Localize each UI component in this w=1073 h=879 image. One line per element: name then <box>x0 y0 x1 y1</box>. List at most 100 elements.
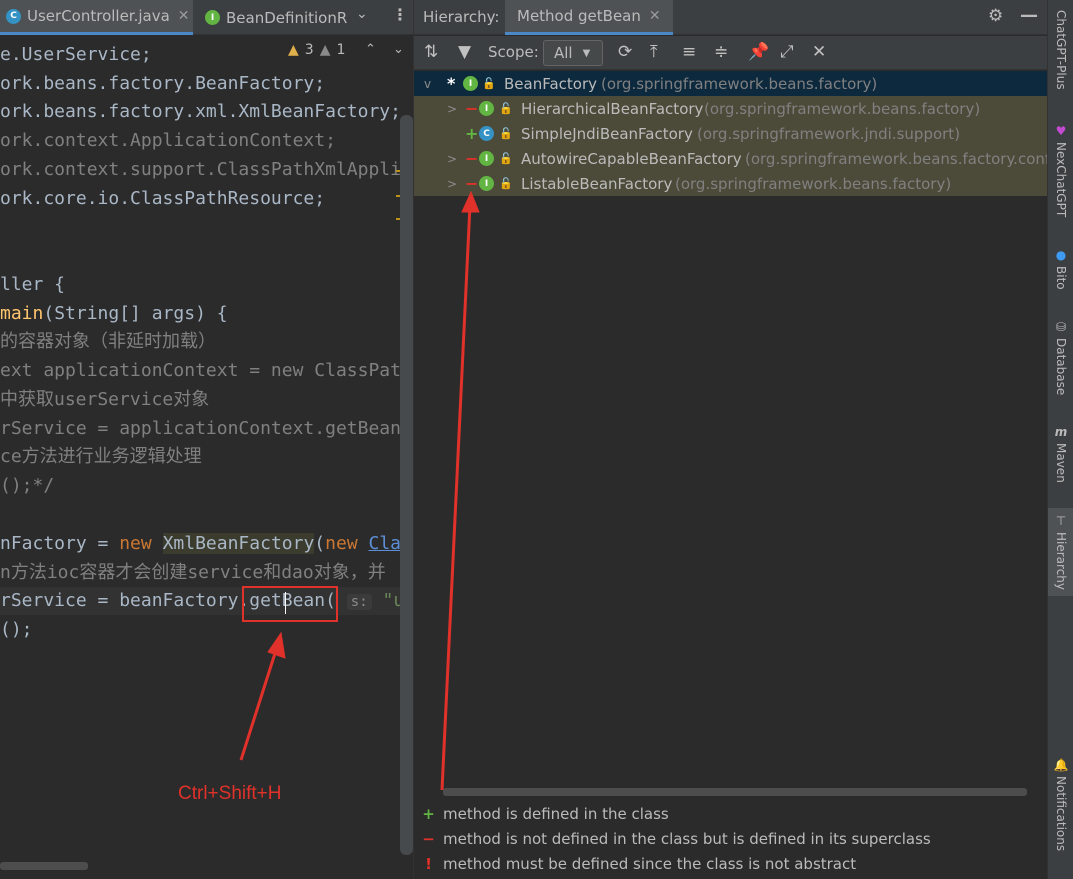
code-line[interactable]: ork.core.io.ClassPathResource; <box>0 185 325 213</box>
chevron-right-icon[interactable]: > <box>447 177 457 191</box>
base-on-this-method-icon[interactable]: ⤒ <box>650 42 658 62</box>
tree-row-listablebeanfactory[interactable]: > − I 🔓 ListableBeanFactory (org.springf… <box>414 171 1047 196</box>
tab-label: BeanDefinitionR <box>226 8 348 27</box>
exclamation-mark-icon: ! <box>425 854 432 873</box>
code-line[interactable]: ork.context.support.ClassPathXmlApplic <box>0 156 412 184</box>
code-line[interactable]: ce方法进行业务逻辑处理 <box>0 443 202 471</box>
code-line[interactable]: ork.context.ApplicationContext; <box>0 127 336 155</box>
stripe-bito[interactable]: ● Bito <box>1048 248 1073 290</box>
hierarchy-title: Hierarchy: <box>423 8 500 26</box>
weak-warning-icon: ▲ <box>319 42 331 58</box>
public-lock-icon: 🔓 <box>482 77 496 90</box>
editor-horizontal-scrollbar[interactable] <box>0 862 88 870</box>
bell-icon: 🔔 <box>1053 758 1069 772</box>
tab-label: Method getBean <box>517 7 641 25</box>
code-line[interactable]: 的容器对象（非延时加载） <box>0 328 216 356</box>
stripe-notifications[interactable]: 🔔 Notifications <box>1048 758 1073 851</box>
gear-icon[interactable]: ⚙ <box>988 6 1003 26</box>
code-line[interactable]: ();*/ <box>0 472 54 500</box>
chevron-up-icon[interactable]: ⌃ <box>365 42 376 57</box>
filter-icon[interactable]: ▼ <box>458 42 471 62</box>
tab-beandefinition[interactable]: I BeanDefinitionR <box>205 0 347 35</box>
collapse-all-icon[interactable]: ≑ <box>714 42 728 62</box>
hierarchy-header: Hierarchy: Method getBean ✕ ⚙ — <box>414 0 1047 35</box>
code-line[interactable]: 中获取userService对象 <box>0 386 209 414</box>
tab-label: UserController.java <box>27 7 170 25</box>
code-line[interactable]: ork.beans.factory.BeanFactory; <box>0 70 325 98</box>
sort-alpha-icon[interactable]: ⇅ <box>424 42 438 62</box>
chevron-down-icon[interactable]: v <box>424 77 431 91</box>
hierarchy-toolbar: ⇅ ▼ Scope: All ▼ ⟳ ⤒ ≡ ≑ 📌 ⤢ ✕ <box>414 36 1047 70</box>
shortcut-annotation: Ctrl+Shift+H <box>178 783 282 804</box>
parameter-hint: s: <box>346 594 372 610</box>
legend-text: method is defined in the class <box>443 804 669 823</box>
tree-node-name: ListableBeanFactory <box>521 174 673 193</box>
more-vertical-icon[interactable]: ⋮ <box>392 5 408 24</box>
maven-icon: m <box>1054 425 1068 439</box>
chevron-right-icon[interactable]: > <box>447 152 457 166</box>
code-line[interactable]: rService = beanFactory.getBean( s: "use <box>0 587 413 615</box>
code-line[interactable]: nFactory = new XmlBeanFactory(new Clas <box>0 530 412 558</box>
right-tool-stripe: ChatGPT-Plus ♥ NexChatGPT ● Bito ⛁ Datab… <box>1047 0 1073 879</box>
export-icon[interactable]: ⤢ <box>780 42 794 62</box>
legend-item: + method is defined in the class <box>414 801 669 826</box>
chevron-down-icon[interactable]: ⌄ <box>393 42 404 57</box>
close-icon[interactable]: ✕ <box>812 42 826 62</box>
code-line[interactable]: ller { <box>0 271 65 299</box>
stripe-hierarchy[interactable]: ⊤ Hierarchy <box>1048 508 1073 597</box>
stripe-database[interactable]: ⛁ Database <box>1048 320 1073 395</box>
warning-icon: ▲ <box>288 42 299 58</box>
interface-i-icon: I <box>479 176 494 191</box>
hierarchy-horizontal-scrollbar[interactable] <box>443 788 1027 796</box>
stripe-chatgpt-plus[interactable]: ChatGPT-Plus <box>1048 10 1073 90</box>
refresh-icon[interactable]: ⟳ <box>618 42 632 62</box>
code-line[interactable]: n方法ioc容器才会创建service和dao对象，并 <box>0 559 386 587</box>
inspection-widget[interactable]: ▲ 3 ▲ 1 <box>288 42 345 58</box>
tab-method-getbean[interactable]: Method getBean ✕ <box>505 0 673 35</box>
bito-icon: ● <box>1055 248 1067 262</box>
interface-i-icon: I <box>463 76 478 91</box>
tree-node-package: (org.springframework.beans.factory) <box>601 74 878 93</box>
stripe-maven[interactable]: m Maven <box>1048 425 1073 483</box>
editor-vertical-scrollbar[interactable] <box>400 115 413 855</box>
legend-item: ! method must be defined since the class… <box>414 851 856 876</box>
tree-node-package: (org.springframework.beans.factory) <box>704 99 981 118</box>
chevron-down-icon[interactable]: ⌄ <box>356 6 368 22</box>
star-mark-icon: * <box>447 74 456 93</box>
pin-icon[interactable]: 📌 <box>748 42 769 62</box>
scope-dropdown[interactable]: All ▼ <box>543 40 603 66</box>
nexchat-icon: ♥ <box>1055 124 1067 138</box>
public-lock-icon: 🔓 <box>499 127 513 140</box>
code-line[interactable]: (); <box>0 616 33 644</box>
tree-row-beanfactory[interactable]: v * I 🔓 BeanFactory (org.springframework… <box>414 71 1047 96</box>
minimize-icon[interactable]: — <box>1020 5 1038 26</box>
chevron-down-icon: ▼ <box>582 47 591 59</box>
tree-row-autowirecapablebeanfactory[interactable]: > − I 🔓 AutowireCapableBeanFactory (org.… <box>414 146 1054 171</box>
minus-mark-icon: − <box>465 99 479 118</box>
code-line[interactable]: rService = applicationContext.getBean( <box>0 415 412 443</box>
code-line[interactable]: ext applicationContext = new ClassPat <box>0 357 401 385</box>
legend-item: − method is not defined in the class but… <box>414 826 931 851</box>
expand-all-icon[interactable]: ≡ <box>682 42 696 62</box>
interface-i-icon: I <box>205 10 220 25</box>
close-icon[interactable]: ✕ <box>649 8 661 24</box>
chevron-right-icon[interactable]: > <box>447 102 457 116</box>
stripe-nexchatgpt[interactable]: ♥ NexChatGPT <box>1048 124 1073 217</box>
code-line[interactable]: e.UserService; <box>0 41 152 69</box>
close-icon[interactable]: ✕ <box>178 8 190 24</box>
code-line[interactable]: ork.beans.factory.xml.XmlBeanFactory; <box>0 98 401 126</box>
class-c-icon: C <box>479 126 494 141</box>
tree-node-name: HierarchicalBeanFactory <box>521 99 704 118</box>
code-line[interactable]: main(String[] args) { <box>0 300 228 328</box>
scope-label: Scope: <box>488 43 539 61</box>
interface-i-icon: I <box>479 151 494 166</box>
tree-row-simplejndibeanfactory[interactable]: + C 🔓 SimpleJndiBeanFactory (org.springf… <box>414 121 1047 146</box>
tree-node-package: (org.springframework.jndi.support) <box>697 124 961 143</box>
hierarchy-tool-window: Hierarchy: Method getBean ✕ ⚙ — ⇅ ▼ Scop… <box>414 0 1054 879</box>
tree-row-hierarchicalbeanfactory[interactable]: > − I 🔓 HierarchicalBeanFactory (org.spr… <box>414 96 1047 121</box>
tree-node-name: SimpleJndiBeanFactory <box>521 124 693 143</box>
tab-usercontroller[interactable]: C UserController.java ✕ <box>0 0 193 35</box>
minus-mark-icon: − <box>465 149 479 168</box>
code-editor[interactable]: C UserController.java ✕ I BeanDefinition… <box>0 0 414 879</box>
database-icon: ⛁ <box>1055 320 1067 334</box>
